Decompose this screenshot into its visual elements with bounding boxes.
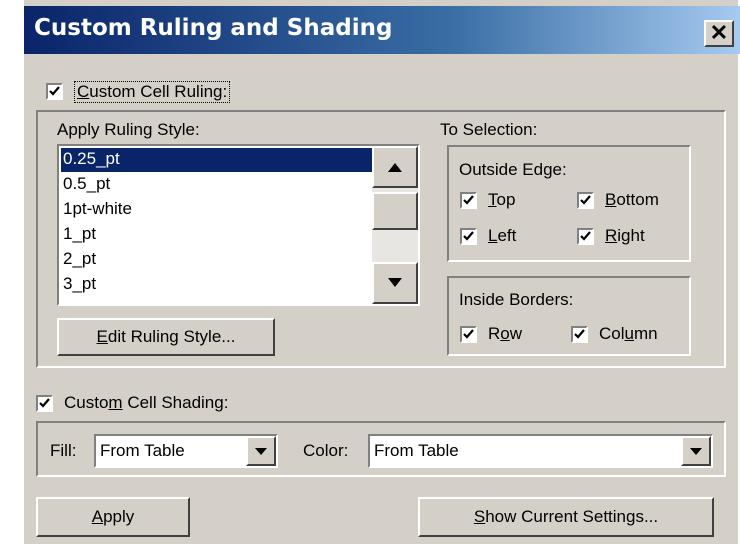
list-item[interactable]: 2_pt [61,248,373,272]
fill-label: Fill: [50,441,77,460]
scroll-up-button[interactable] [372,146,418,188]
chevron-down-icon [255,448,267,455]
checkmark-icon [580,231,591,241]
scroll-thumb[interactable] [372,192,418,230]
close-button[interactable]: ✕ [704,20,734,47]
custom-cell-ruling-checkbox[interactable] [46,83,63,100]
close-icon: ✕ [709,20,729,45]
color-dropdown-button[interactable] [681,436,711,466]
row-border-label[interactable]: Row [488,324,522,344]
outside-edge-label: Outside Edge: [459,160,567,179]
show-current-settings-button[interactable]: Show Current Settings... [418,497,714,537]
custom-cell-ruling-label[interactable]: Custom Cell Ruling: [74,81,231,103]
list-item[interactable]: 0.5_pt [61,173,373,197]
list-item-selected[interactable]: 0.25_pt [61,148,373,172]
right-edge-checkbox[interactable] [577,228,594,245]
checkmark-icon [463,231,474,241]
list-item[interactable]: 1pt-white [61,198,373,222]
arrow-down-icon [388,278,402,287]
checkmark-icon [463,329,474,339]
list-item[interactable]: 1_pt [61,223,373,247]
custom-cell-shading-label[interactable]: Custom Cell Shading: [64,393,228,413]
left-edge-label[interactable]: Left [488,226,516,246]
listbox-scrollbar[interactable] [372,146,418,304]
scroll-down-button[interactable] [372,262,418,304]
row-border-checkbox[interactable] [460,326,477,343]
checkmark-icon [574,329,585,339]
column-border-checkbox[interactable] [571,326,588,343]
checkmark-icon [580,195,591,205]
checkmark-icon [39,398,50,408]
top-edge-label[interactable]: Top [488,190,515,210]
column-border-label[interactable]: Column [599,324,658,344]
top-edge-checkbox[interactable] [460,192,477,209]
fill-dropdown-button[interactable] [246,436,276,466]
chevron-down-icon [690,448,702,455]
edit-ruling-style-button[interactable]: Edit Ruling Style... [57,318,275,356]
list-item[interactable]: 3_pt [61,273,373,297]
custom-cell-shading-checkbox[interactable] [36,395,53,412]
inside-borders-group [447,276,691,356]
apply-ruling-style-label: Apply Ruling Style: [57,120,200,139]
checkmark-icon [463,195,474,205]
custom-ruling-shading-dialog: Custom Ruling and Shading ✕ Custom Cell … [22,0,740,544]
dialog-title: Custom Ruling and Shading [34,15,393,41]
fill-select[interactable]: From Table [94,434,278,468]
checkmark-icon [49,86,60,96]
color-value: From Table [374,441,459,460]
title-bar[interactable]: Custom Ruling and Shading ✕ [24,6,740,54]
apply-button[interactable]: Apply [36,497,190,537]
fill-value: From Table [100,441,185,460]
inside-borders-label: Inside Borders: [459,290,574,309]
to-selection-label: To Selection: [440,120,538,139]
ruling-style-listbox[interactable]: 0.25_pt 0.5_pt 1pt-white 1_pt 2_pt 3_pt [57,144,420,306]
bottom-edge-label[interactable]: Bottom [605,190,659,210]
bottom-edge-checkbox[interactable] [577,192,594,209]
right-edge-label[interactable]: Right [605,226,645,246]
left-edge-checkbox[interactable] [460,228,477,245]
color-label: Color: [303,441,349,460]
color-select[interactable]: From Table [368,434,713,468]
arrow-up-icon [388,163,402,172]
